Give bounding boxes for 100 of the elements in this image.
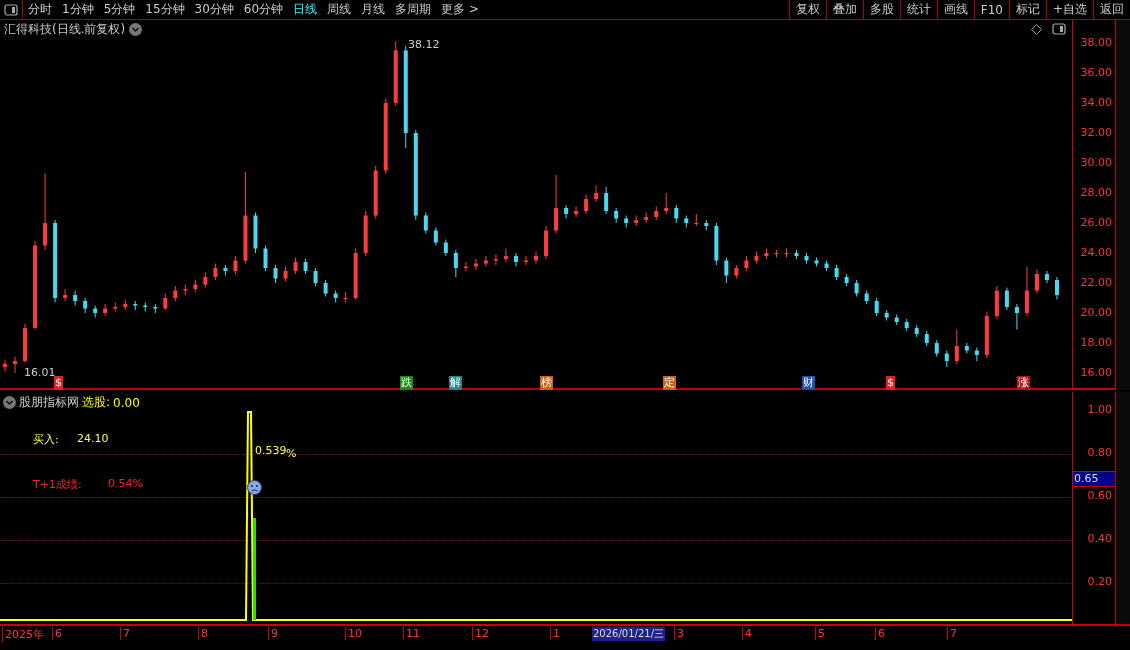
candle [173, 285, 178, 302]
indicator-axis-label: 0.60 [1087, 489, 1112, 502]
candle [13, 356, 18, 374]
dropdown-icon[interactable] [3, 396, 16, 409]
candle [804, 252, 809, 264]
candle [263, 245, 268, 272]
event-marker[interactable]: 解 [449, 376, 462, 390]
candle [253, 212, 258, 254]
cursor-date-label: 2026/01/21/三 [592, 627, 665, 641]
candle [1044, 270, 1049, 284]
candle [664, 192, 669, 215]
candle [163, 293, 168, 311]
date-axis-label: 7 [947, 627, 957, 640]
event-marker[interactable]: 定 [663, 376, 676, 390]
candle [493, 254, 498, 266]
toolbar-button[interactable]: F10 [973, 0, 1009, 19]
candle [764, 248, 769, 260]
toolbar-button[interactable]: 画线 [936, 0, 974, 19]
date-axis-label: 7 [120, 627, 130, 640]
candle [353, 248, 358, 301]
candle [974, 347, 979, 362]
candle [794, 249, 799, 260]
date-axis-label: 9 [268, 627, 278, 640]
date-axis-label: 11 [403, 627, 420, 640]
event-marker[interactable]: 涨 [1017, 376, 1030, 390]
candle [133, 300, 138, 311]
dropdown-icon[interactable] [129, 22, 143, 36]
indicator-axis-label: 1.00 [1087, 403, 1112, 416]
event-marker[interactable]: 榜 [540, 376, 553, 390]
toolbar-button[interactable]: 叠加 [825, 0, 863, 19]
candle [844, 273, 849, 287]
candle [754, 251, 759, 264]
candle [964, 342, 969, 355]
event-marker[interactable]: $ [54, 376, 63, 390]
candle [734, 264, 739, 279]
candle [694, 213, 699, 227]
candle [83, 297, 88, 314]
toolbar-button[interactable]: 统计 [899, 0, 937, 19]
toolbar-button[interactable]: 复权 [788, 0, 826, 19]
candle [3, 359, 7, 373]
period-tab[interactable]: 30分钟 [189, 0, 239, 19]
period-tab[interactable]: 多周期 [390, 0, 437, 19]
price-axis-label: 18.00 [1080, 336, 1112, 350]
period-tab[interactable]: 60分钟 [238, 0, 289, 19]
candle [884, 309, 889, 322]
date-axis-label: 1 [550, 627, 560, 640]
candle [393, 40, 398, 107]
date-axis-label: 10 [345, 627, 362, 640]
toolbar-button[interactable]: 多股 [862, 0, 900, 19]
diamond-icon[interactable] [1031, 23, 1042, 35]
candle [513, 252, 518, 267]
period-tab[interactable]: 分时 [23, 0, 57, 19]
period-tab[interactable]: 周线 [322, 0, 357, 19]
candle [313, 267, 318, 287]
period-tab[interactable]: 日线 [288, 0, 323, 19]
candle [984, 311, 989, 359]
panel-toggle-icon[interactable] [1052, 23, 1066, 35]
candle [774, 249, 779, 258]
panel-toggle-icon[interactable] [4, 3, 18, 16]
period-tab[interactable]: 5分钟 [98, 0, 141, 19]
candle [834, 264, 839, 281]
event-marker[interactable]: 跌 [400, 376, 413, 390]
candle [303, 258, 308, 275]
price-axis-label: 28.00 [1080, 186, 1112, 199]
buy-value: 24.10 [77, 432, 109, 445]
candle [954, 329, 959, 365]
candle [854, 279, 859, 297]
candle [193, 279, 198, 293]
candle [864, 290, 869, 305]
sad-face-icon [247, 480, 262, 495]
candle [544, 225, 549, 260]
toolbar-button[interactable]: 标记 [1008, 0, 1046, 19]
candle [143, 302, 148, 313]
period-tab[interactable]: 15分钟 [140, 0, 190, 19]
event-marker[interactable]: $ [886, 376, 895, 390]
candle [283, 266, 288, 282]
candle [534, 251, 538, 264]
candle [1004, 287, 1009, 311]
candle [614, 207, 619, 224]
date-axis-label: 6 [875, 627, 885, 640]
date-axis-label: 8 [198, 627, 208, 640]
event-marker[interactable]: 财 [802, 376, 815, 390]
candle [624, 215, 629, 228]
candle [153, 303, 158, 314]
period-tab[interactable]: 更多 > [436, 0, 484, 19]
price-axis-label: 34.00 [1080, 95, 1112, 109]
candle [273, 264, 278, 284]
candle [784, 248, 789, 258]
candle [73, 290, 78, 307]
select-label: 选股: [82, 394, 111, 411]
candle [814, 257, 819, 267]
candle [373, 165, 378, 219]
candle [644, 212, 649, 224]
candle [934, 339, 939, 358]
period-tab[interactable]: 1分钟 [57, 0, 99, 19]
period-tab[interactable]: 月线 [356, 0, 391, 19]
candle [1055, 276, 1059, 301]
toolbar-button[interactable]: +自选 [1045, 0, 1093, 19]
candle [93, 305, 98, 319]
toolbar-button[interactable]: 返回 [1093, 0, 1130, 19]
